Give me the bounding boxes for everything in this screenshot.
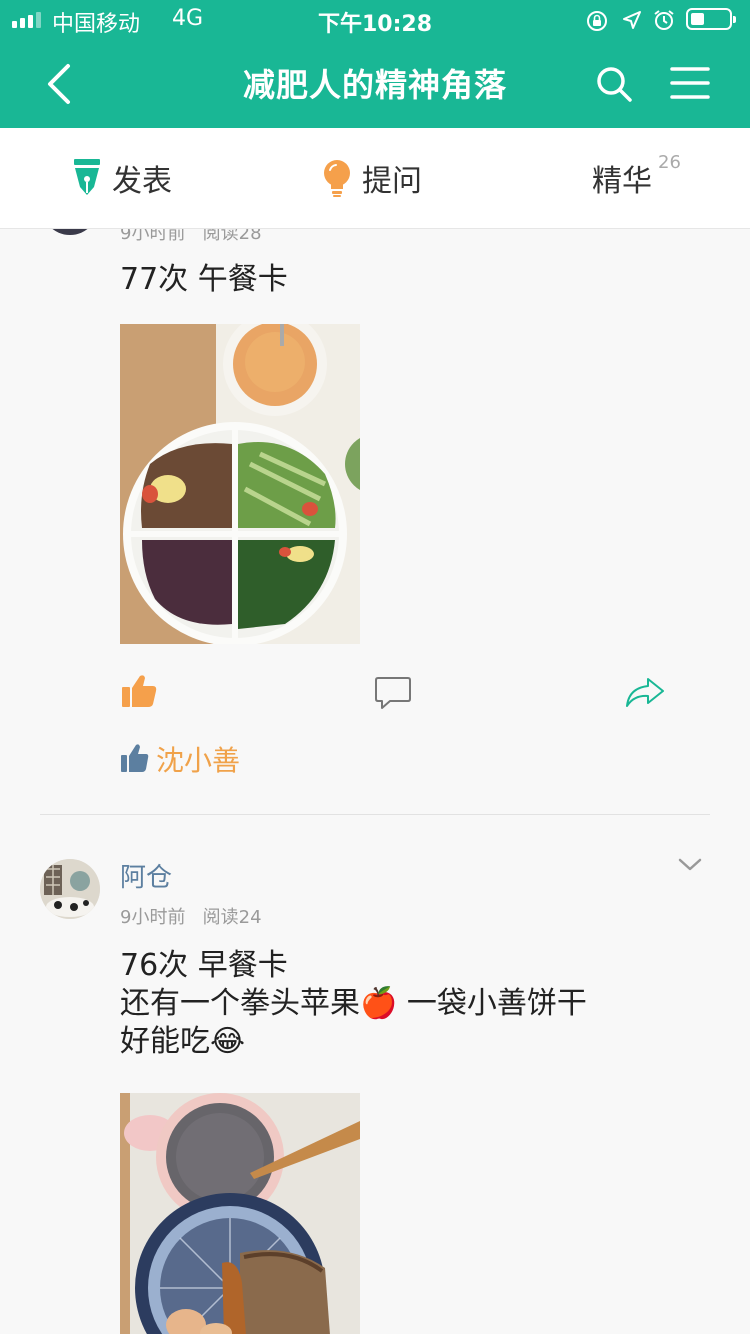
post-card: 9小时前 阅读28 77次 午餐卡 沈小善 xyxy=(0,229,750,814)
tab-ask-label: 提问 xyxy=(362,164,422,199)
tab-post[interactable]: 发表 xyxy=(72,156,172,200)
post-reads: 阅读28 xyxy=(202,229,262,244)
post-photo-lunch[interactable] xyxy=(120,324,360,644)
action-tabs: 发表 提问 精华 26 xyxy=(0,128,750,229)
tab-ask[interactable]: 提问 xyxy=(322,156,422,200)
chevron-down-icon[interactable] xyxy=(678,857,702,873)
menu-button[interactable] xyxy=(670,66,710,100)
post-meta: 9小时前 阅读28 xyxy=(120,229,262,245)
avatar[interactable] xyxy=(40,229,100,235)
status-bar: 中国移动 4G 下午10:28 xyxy=(0,0,750,40)
app-header: 中国移动 4G 下午10:28 减肥人的精神角落 xyxy=(0,0,750,128)
post-text-line: 还有一个拳头苹果🍎 一袋小善饼干 xyxy=(120,986,587,1021)
post-meta: 9小时前 阅读24 xyxy=(120,903,262,929)
like-button[interactable] xyxy=(120,673,158,709)
post-text: 76次 早餐卡 还有一个拳头苹果🍎 一袋小善饼干 好能吃😂 xyxy=(120,947,720,1061)
tab-featured[interactable]: 精华 26 xyxy=(592,152,681,200)
avatar[interactable] xyxy=(40,859,100,919)
location-arrow-icon xyxy=(623,11,641,29)
liker-name[interactable]: 沈小善 xyxy=(156,739,240,779)
battery-icon xyxy=(686,8,736,30)
post-reads: 阅读24 xyxy=(202,907,262,928)
post-text-line: 76次 早餐卡 xyxy=(120,948,288,983)
alarm-icon xyxy=(654,10,674,30)
tab-post-label: 发表 xyxy=(112,164,172,199)
comment-button[interactable] xyxy=(374,675,412,711)
liked-by-icon xyxy=(121,744,149,772)
post-time: 9小时前 xyxy=(120,229,186,244)
post-feed[interactable]: 9小时前 阅读28 77次 午餐卡 沈小善 阿仓 9小时前 阅读24 76次 早… xyxy=(0,229,750,1334)
pen-nib-icon xyxy=(74,159,100,195)
lightbulb-icon xyxy=(324,160,350,197)
post-card: 阿仓 9小时前 阅读24 76次 早餐卡 还有一个拳头苹果🍎 一袋小善饼干 好能… xyxy=(0,815,750,1334)
featured-count: 26 xyxy=(658,151,681,173)
share-button[interactable] xyxy=(624,675,666,709)
post-time: 9小时前 xyxy=(120,907,186,928)
author-name[interactable]: 阿仓 xyxy=(120,857,172,894)
tab-featured-label: 精华 xyxy=(592,164,652,199)
orientation-lock-icon xyxy=(587,11,607,31)
post-text: 77次 午餐卡 xyxy=(120,262,288,297)
post-text-line: 好能吃😂 xyxy=(120,1024,246,1059)
battery-fill xyxy=(691,13,704,25)
page-title: 减肥人的精神角落 xyxy=(242,66,507,104)
post-photo-breakfast[interactable] xyxy=(120,1093,360,1334)
search-button[interactable] xyxy=(594,64,634,104)
